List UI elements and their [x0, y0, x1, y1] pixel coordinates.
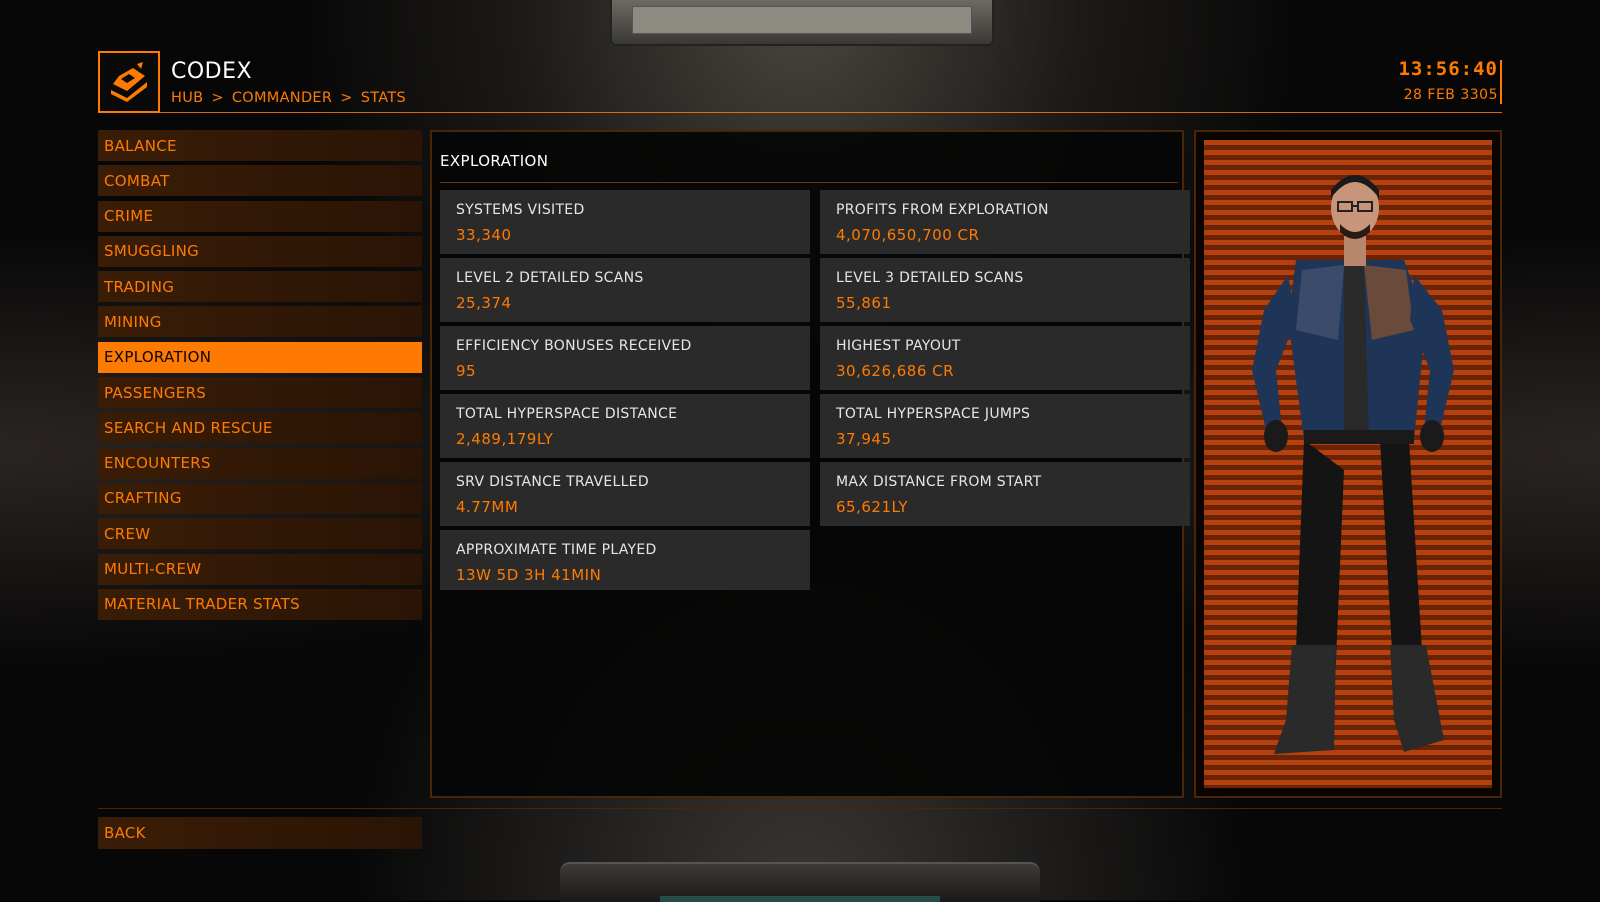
- sidebar-item-material-trader-stats[interactable]: MATERIAL TRADER STATS: [98, 588, 422, 620]
- stat-label: PROFITS FROM EXPLORATION: [836, 202, 1049, 218]
- sidebar-item-balance[interactable]: BALANCE: [98, 130, 422, 161]
- stat-value: 65,621LY: [836, 498, 909, 516]
- stat-tile: LEVEL 3 DETAILED SCANS 55,861: [820, 258, 1190, 322]
- stat-value: 4.77MM: [456, 498, 519, 516]
- stat-tile: SRV DISTANCE TRAVELLED 4.77MM: [440, 462, 810, 526]
- stat-value: 33,340: [456, 226, 512, 244]
- stat-label: TOTAL HYPERSPACE JUMPS: [836, 406, 1031, 422]
- stat-label: SRV DISTANCE TRAVELLED: [456, 474, 649, 490]
- cockpit-bottom-housing: [560, 862, 1040, 902]
- codex-logo: [98, 51, 160, 113]
- sidebar-item-encounters[interactable]: ENCOUNTERS: [98, 447, 422, 479]
- stat-value: 25,374: [456, 294, 512, 312]
- cockpit-top-housing: [610, 0, 994, 46]
- stat-tile: APPROXIMATE TIME PLAYED 13W 5D 3H 41MIN: [440, 530, 810, 590]
- section-divider: [440, 182, 1178, 183]
- stat-value: 37,945: [836, 430, 892, 448]
- sidebar-item-trading[interactable]: TRADING: [98, 271, 422, 303]
- stat-label: APPROXIMATE TIME PLAYED: [456, 542, 657, 558]
- sidebar-item-multi-crew[interactable]: MULTI-CREW: [98, 553, 422, 585]
- stat-tile: TOTAL HYPERSPACE DISTANCE 2,489,179LY: [440, 394, 810, 458]
- breadcrumb: HUB > COMMANDER > STATS: [171, 90, 406, 106]
- stat-value: 55,861: [836, 294, 892, 312]
- sidebar-item-crafting[interactable]: CRAFTING: [98, 482, 422, 514]
- stat-label: LEVEL 3 DETAILED SCANS: [836, 270, 1024, 286]
- stat-label: SYSTEMS VISITED: [456, 202, 585, 218]
- stats-category-sidebar: BALANCE COMBAT CRIME SMUGGLING TRADING M…: [98, 130, 422, 624]
- portrait-backdrop: [1204, 140, 1492, 788]
- codex-book-icon: [111, 62, 147, 102]
- page-title: CODEX: [171, 59, 253, 84]
- clock-time: 13:56:40: [1398, 58, 1498, 80]
- sidebar-item-search-and-rescue[interactable]: SEARCH AND RESCUE: [98, 412, 422, 444]
- stat-tile: HIGHEST PAYOUT 30,626,686 CR: [820, 326, 1190, 390]
- breadcrumb-separator: >: [211, 90, 224, 106]
- stat-tile: MAX DISTANCE FROM START 65,621LY: [820, 462, 1190, 526]
- sidebar-item-crime[interactable]: CRIME: [98, 200, 422, 232]
- breadcrumb-stats: STATS: [360, 90, 407, 106]
- clock-date: 28 FEB 3305: [1403, 87, 1498, 103]
- stat-label: LEVEL 2 DETAILED SCANS: [456, 270, 644, 286]
- commander-portrait-panel: [1194, 130, 1502, 798]
- stats-panel: EXPLORATION SYSTEMS VISITED 33,340 PROFI…: [430, 130, 1190, 798]
- sidebar-item-combat[interactable]: COMBAT: [98, 165, 422, 197]
- section-title: EXPLORATION: [440, 152, 549, 170]
- footer-divider: [98, 808, 1502, 809]
- stat-value: 30,626,686 CR: [836, 362, 955, 380]
- stat-tile: PROFITS FROM EXPLORATION 4,070,650,700 C…: [820, 190, 1190, 254]
- breadcrumb-separator: >: [340, 90, 353, 106]
- stat-value: 2,489,179LY: [456, 430, 554, 448]
- sidebar-item-passengers[interactable]: PASSENGERS: [98, 377, 422, 409]
- stat-tile: SYSTEMS VISITED 33,340: [440, 190, 810, 254]
- clock-divider: [1500, 60, 1502, 104]
- stat-label: HIGHEST PAYOUT: [836, 338, 961, 354]
- stat-value: 13W 5D 3H 41MIN: [456, 566, 602, 584]
- stat-label: TOTAL HYPERSPACE DISTANCE: [456, 406, 678, 422]
- sidebar-item-crew[interactable]: CREW: [98, 518, 422, 550]
- back-button[interactable]: BACK: [98, 817, 422, 849]
- stat-value: 95: [456, 362, 477, 380]
- stat-tile: LEVEL 2 DETAILED SCANS 25,374: [440, 258, 810, 322]
- commander-avatar: [1252, 175, 1454, 754]
- header-divider: [98, 112, 1502, 113]
- breadcrumb-commander[interactable]: COMMANDER: [232, 90, 332, 106]
- stat-tile: TOTAL HYPERSPACE JUMPS 37,945: [820, 394, 1190, 458]
- stat-value: 4,070,650,700 CR: [836, 226, 980, 244]
- breadcrumb-hub[interactable]: HUB: [171, 90, 203, 106]
- sidebar-item-smuggling[interactable]: SMUGGLING: [98, 235, 422, 267]
- stat-label: MAX DISTANCE FROM START: [836, 474, 1042, 490]
- stat-label: EFFICIENCY BONUSES RECEIVED: [456, 338, 692, 354]
- sidebar-item-mining[interactable]: MINING: [98, 306, 422, 338]
- stat-tile: EFFICIENCY BONUSES RECEIVED 95: [440, 326, 810, 390]
- sidebar-item-exploration[interactable]: EXPLORATION: [98, 341, 422, 373]
